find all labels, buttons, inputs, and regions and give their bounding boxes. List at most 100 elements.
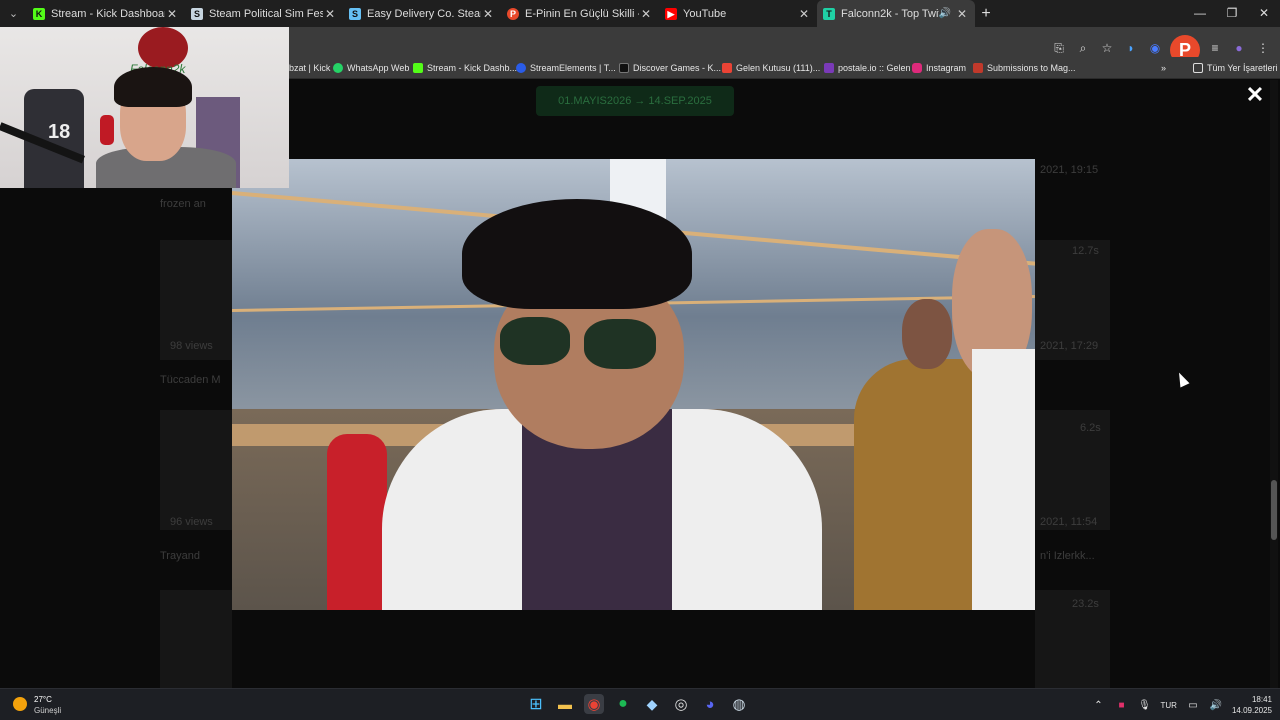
chrome-icon[interactable]: ◉ [584,694,604,714]
tab-close-icon[interactable]: ✕ [323,7,337,21]
close-window-button[interactable]: ✕ [1248,0,1280,27]
bookmark-item[interactable]: bzat | Kick [289,60,330,76]
tab-close-icon[interactable]: ✕ [481,7,495,21]
tab-title: Steam Political Sim Fest - TR - St [209,7,323,20]
audio-playing-icon[interactable]: 🔊 [939,8,951,19]
bookmark-label: Stream - Kick Dashb... [427,63,518,73]
tab-strip: ⌄ K Stream - Kick Dashboard ✕ S Steam Po… [0,0,1280,27]
clip-video-player[interactable] [232,159,1035,610]
bookmark-item[interactable]: WhatsApp Web [333,60,409,76]
tab-youtube[interactable]: ▶ YouTube ✕ [659,0,817,27]
postale-icon [824,63,834,73]
network-icon[interactable]: ▭ [1186,700,1200,711]
volume-icon[interactable]: 🔊 [1209,700,1223,711]
microphone-icon[interactable]: 🎙 [1138,700,1152,711]
tab-steam-political[interactable]: S Steam Political Sim Fest - TR - St ✕ [185,0,343,27]
tray-app-icon[interactable]: ■ [1115,700,1129,711]
clip-thumbnail[interactable] [160,410,232,530]
bookmark-item[interactable]: Gelen Kutusu (111)... [722,60,820,76]
clip-title: n'i Izlerkk... [1040,550,1095,562]
webcam-overlay: Falconn2k 18 [0,27,289,188]
spotify-icon[interactable]: ● [613,694,633,714]
steam-icon[interactable]: ◍ [729,694,749,714]
clip-duration: 23.2s [1072,598,1099,610]
clip-title: Tüccaden M [160,374,221,386]
tab-close-icon[interactable]: ✕ [639,7,653,21]
person-hair [462,199,692,309]
person-right-hood [972,349,1035,610]
bookmark-item[interactable]: Stream - Kick Dashb... [413,60,517,76]
chevron-up-icon[interactable]: ⌃ [1092,700,1106,711]
tab-epin[interactable]: P E-Pinin En Güçlü Skilli - Pinding ✕ [501,0,659,27]
clip-duration: 6.2s [1080,422,1101,434]
tab-close-icon[interactable]: ✕ [165,7,179,21]
taskbar: 27°C Güneşli ⊞ ▬ ◉ ● ◆ ◎ ◕ ◍ ⌃ ■ 🎙 TUR ▭… [0,688,1280,720]
avatar-icon[interactable]: ● [1230,39,1248,57]
tab-close-icon[interactable]: ✕ [955,7,969,21]
scrollbar-thumb[interactable] [1271,480,1277,540]
language-indicator[interactable]: TUR [1161,701,1177,710]
minimize-button[interactable]: — [1184,0,1216,27]
system-tray: ⌃ ■ 🎙 TUR ▭ 🔊 18:41 14.09.2025 [1092,689,1272,720]
all-bookmarks-button[interactable]: Tüm Yer İşaretleri [1193,60,1278,76]
whatsapp-icon [333,63,343,73]
star-icon[interactable]: ☆ [1098,39,1116,57]
bookmark-item[interactable]: StreamElements | T... [516,60,616,76]
bookmarks-overflow-button[interactable]: » [1161,60,1166,76]
tab-title: E-Pinin En Güçlü Skilli - Pinding [525,7,639,20]
bookmark-item[interactable]: Discover Games - K... [619,60,721,76]
kick-games-icon [619,63,629,73]
person-background-face [902,299,952,369]
tab-easy-delivery[interactable]: S Easy Delivery Co. Steam'de ✕ [343,0,501,27]
translate-icon[interactable]: ⎘ [1050,39,1068,57]
zoom-icon[interactable]: ⌕ [1074,39,1092,57]
tab-search-chevron-icon[interactable]: ⌄ [0,0,27,27]
date-banner: 01.MAYIS2026 → 14.SEP.2025 [536,86,734,116]
clip-views: 98 views [170,340,213,352]
bookmark-label: Instagram [926,63,967,73]
queue-icon[interactable]: ≡ [1206,39,1224,57]
submissions-icon [973,63,983,73]
screen: ⌄ K Stream - Kick Dashboard ✕ S Steam Po… [0,0,1280,720]
youtube-icon: ▶ [665,7,677,20]
clip-date: 2021, 11:54 [1040,516,1098,528]
bookmark-item[interactable]: Submissions to Mag... [973,60,1076,76]
streamer-hair [114,67,192,107]
tab-falconn2k[interactable]: T Falconn2k - Top Twitch Clip 🔊 ✕ [817,0,975,27]
kick-icon [413,63,423,73]
new-tab-button[interactable]: + [975,5,997,23]
sunglasses-left [500,317,570,365]
close-modal-icon[interactable]: ✕ [1245,84,1265,106]
weather-temp[interactable]: 27°C [34,695,52,704]
bookmark-label: WhatsApp Web [347,63,410,73]
clip-date: 2021, 17:29 [1040,340,1099,352]
menu-icon[interactable]: ⋮ [1254,39,1272,57]
bookmark-item[interactable]: postale.io :: Gelen [824,60,911,76]
bookmark-label: bzat | Kick [289,63,331,73]
extension-icon[interactable]: ◗ [1122,39,1140,57]
clip-date: 2021, 19:15 [1040,164,1099,176]
app-icon[interactable]: ◆ [642,694,662,714]
clip-thumbnail[interactable] [160,590,232,688]
bookmark-item[interactable]: Instagram [912,60,966,76]
scrollbar[interactable] [1270,80,1278,688]
clip-title: Trayand [160,550,200,562]
tab-kick-dashboard[interactable]: K Stream - Kick Dashboard ✕ [27,0,185,27]
clock[interactable]: 18:41 14.09.2025 [1232,694,1272,716]
tab-title: Stream - Kick Dashboard [51,7,165,20]
file-explorer-icon[interactable]: ▬ [555,694,575,714]
tab-title: YouTube [683,7,727,20]
windows-start-icon[interactable]: ⊞ [526,694,546,714]
sun-icon[interactable] [13,697,27,711]
obs-icon[interactable]: ◎ [671,694,691,714]
tab-close-icon[interactable]: ✕ [797,7,811,21]
clip-title: frozen an [160,198,206,210]
bookmark-label: postale.io :: Gelen [838,63,911,73]
sunglasses-right [584,319,656,369]
extension-icon[interactable]: ◉ [1146,39,1164,57]
window-controls: — ❐ ✕ [1184,0,1280,27]
weather-desc[interactable]: Güneşli [34,706,61,715]
tab-title: Easy Delivery Co. Steam'de [367,7,481,20]
restore-button[interactable]: ❐ [1216,0,1248,27]
discord-icon[interactable]: ◕ [700,694,720,714]
